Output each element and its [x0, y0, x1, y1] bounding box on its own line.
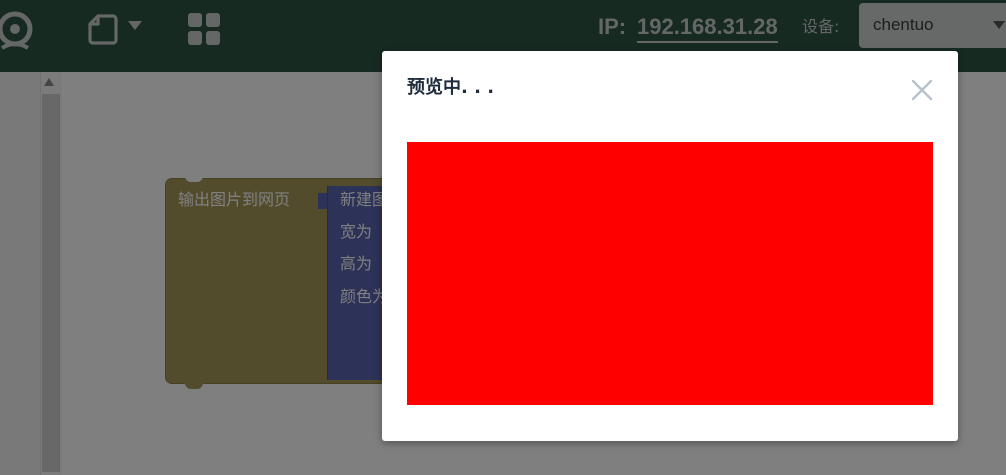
dialog-title: 预览中. . . — [407, 77, 495, 98]
preview-dialog: 预览中. . . — [382, 51, 958, 441]
app-window: IP: 192.168.31.28 设备: chentuo 输出图片到网页 新建… — [0, 0, 1006, 475]
image-preview — [407, 142, 933, 405]
close-icon[interactable] — [910, 78, 934, 102]
